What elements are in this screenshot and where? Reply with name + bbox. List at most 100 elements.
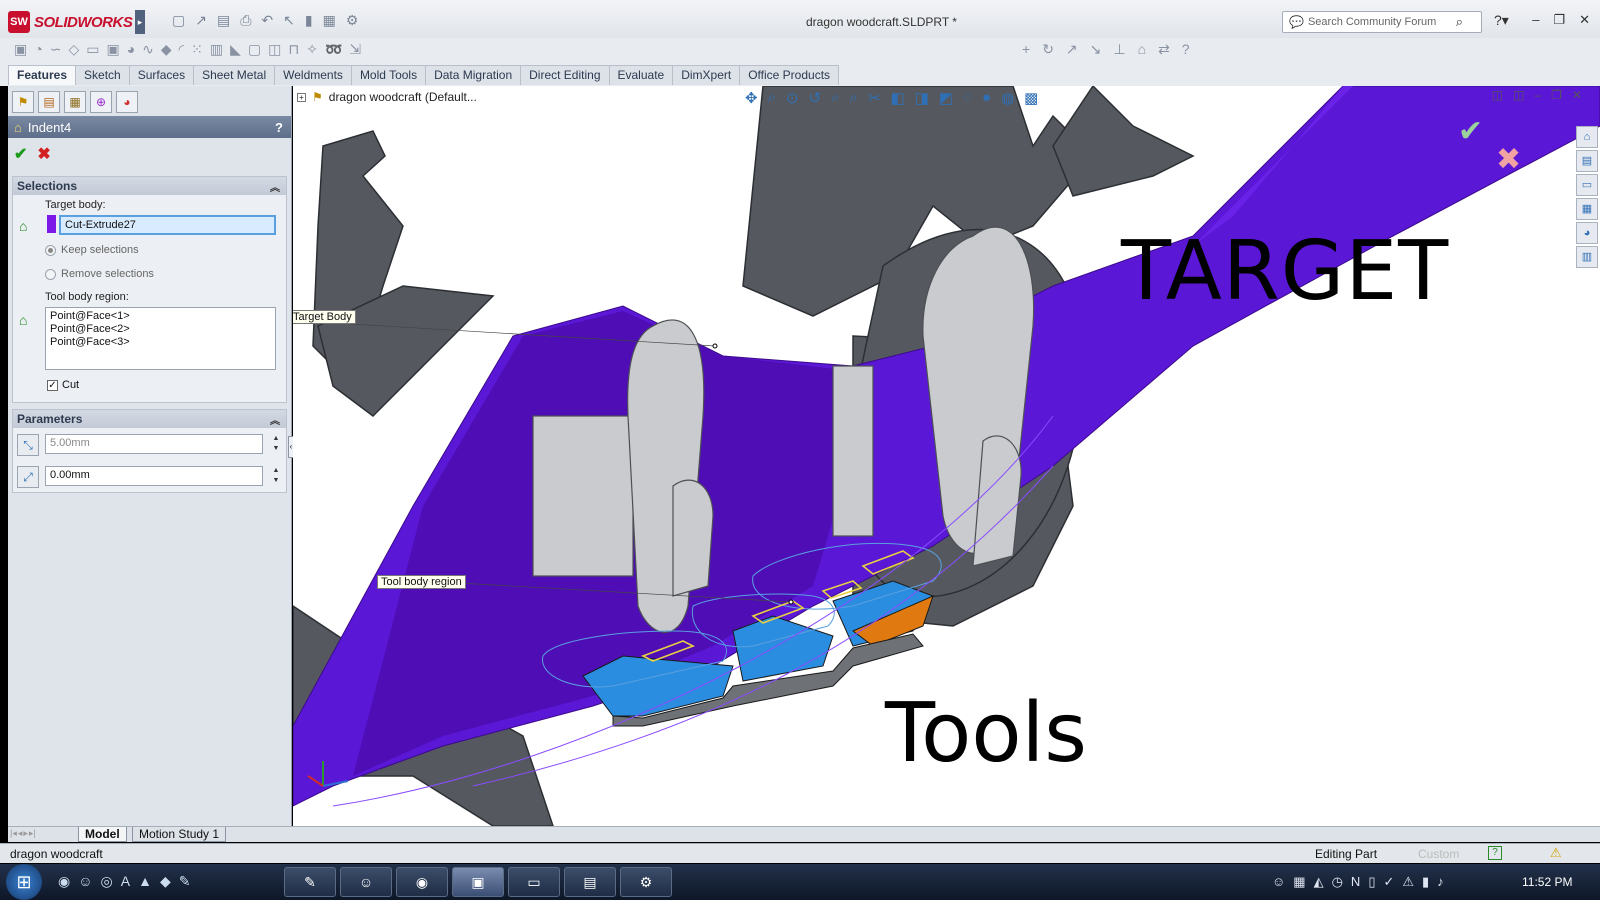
parameters-section-header[interactable]: Parameters ︽ xyxy=(13,410,286,428)
viewport-restore-icon[interactable]: ❐ xyxy=(1551,88,1562,102)
point-icon[interactable]: + xyxy=(1022,41,1030,58)
minimize-icon[interactable]: ‒ xyxy=(1532,12,1539,28)
list-item[interactable]: Point@Face<3> xyxy=(50,336,271,349)
tab-mold-tools[interactable]: Mold Tools xyxy=(350,65,427,85)
status-help-icon[interactable]: ? xyxy=(1488,846,1502,860)
restore-icon[interactable]: ❐ xyxy=(1553,12,1565,28)
view-palette-icon[interactable]: ▦ xyxy=(1576,198,1598,220)
task-window[interactable]: ▤ xyxy=(564,867,616,897)
previous-view-icon[interactable]: ↺ xyxy=(809,89,822,107)
expand-tree-icon[interactable]: + xyxy=(297,92,306,102)
configuration-manager-tab-icon[interactable]: ▦ xyxy=(64,91,86,113)
zoom-to-fit-icon[interactable]: ⌕ xyxy=(768,89,776,107)
last-tab-icon[interactable]: ▸| xyxy=(29,828,36,839)
fillet-icon[interactable]: ◜ xyxy=(179,41,184,58)
plane-icon[interactable]: ⌂ xyxy=(1138,41,1146,58)
tab-dimxpert[interactable]: DimXpert xyxy=(672,65,741,85)
status-units[interactable]: Custom xyxy=(1418,847,1459,861)
tab-data-migration[interactable]: Data Migration xyxy=(425,65,522,85)
tab-office-products[interactable]: Office Products xyxy=(739,65,840,85)
open-document-icon[interactable]: ↗ xyxy=(195,12,207,29)
scene-icon[interactable]: ◍ xyxy=(1001,89,1014,107)
solidworks-resources-icon[interactable]: ⌂ xyxy=(1576,126,1598,148)
wrap-icon[interactable]: ◫ xyxy=(268,41,281,58)
cut-revolve-icon[interactable]: ◕ xyxy=(127,41,135,58)
view-orientation-icon[interactable]: ◧ xyxy=(891,89,905,107)
tray-grid-icon[interactable]: ▦ xyxy=(1293,874,1305,890)
clearance-field[interactable]: 0.00mm xyxy=(45,466,263,486)
tab-weldments[interactable]: Weldments xyxy=(274,65,352,85)
browser-icon[interactable]: ◉ xyxy=(58,873,70,890)
remove-selections-radio[interactable]: Remove selections xyxy=(45,268,154,280)
tray-user-icon[interactable]: ☺ xyxy=(1272,874,1285,890)
options-icon[interactable]: ⚙ xyxy=(346,12,359,29)
dimxpert-manager-tab-icon[interactable]: ⊕ xyxy=(90,91,112,113)
remove-selections-radio-dot[interactable] xyxy=(45,268,56,280)
rebuild-icon[interactable]: ▮ xyxy=(305,12,313,29)
zoom-to-area-icon[interactable]: ⊙ xyxy=(786,89,799,107)
select-icon[interactable]: ↖ xyxy=(283,12,295,29)
menu-expand-arrow-icon[interactable]: ▸ xyxy=(135,10,145,34)
solidworks-launch-icon[interactable]: ◆ xyxy=(160,873,171,890)
pdf-icon[interactable]: ▲ xyxy=(138,873,152,890)
print-icon[interactable]: ⎙ xyxy=(240,12,251,29)
instant3d-icon[interactable]: ⇲ xyxy=(349,41,361,58)
help-icon[interactable]: ?▾ xyxy=(1494,12,1509,29)
start-button[interactable]: ⊞ xyxy=(6,864,42,900)
cut-sweep-icon[interactable]: ∿ xyxy=(142,41,154,58)
intersect-icon[interactable]: ⊓ xyxy=(288,41,299,58)
save-icon[interactable]: ▤ xyxy=(217,12,230,29)
file-properties-icon[interactable]: ▦ xyxy=(323,12,336,29)
section-view-icon[interactable]: ✂ xyxy=(868,89,881,107)
target-body-field[interactable]: Cut-Extrude27 xyxy=(59,215,276,235)
feature-manager-tab-icon[interactable]: ⚑ xyxy=(12,91,34,113)
pattern-icon[interactable]: ⁙ xyxy=(191,41,203,58)
extrude-icon[interactable]: ▣ xyxy=(14,41,27,58)
tool-body-region-callout[interactable]: Tool body region xyxy=(377,575,466,589)
pan-icon[interactable]: ✥ xyxy=(745,89,758,107)
new-document-icon[interactable]: ▢ xyxy=(172,12,185,29)
cut-checkbox[interactable]: ✓ Cut xyxy=(47,379,79,391)
ok-button[interactable]: ✔ xyxy=(14,144,27,164)
tile-vertical-icon[interactable]: ◫ xyxy=(1513,88,1524,102)
move-icon[interactable]: ⇄ xyxy=(1158,41,1170,58)
tray-device-icon[interactable]: ▯ xyxy=(1368,874,1375,890)
collapse-icon[interactable]: ︽ xyxy=(270,179,280,194)
draft-icon[interactable]: ◣ xyxy=(230,41,241,58)
confirm-ok-icon[interactable]: ✔ xyxy=(1458,114,1483,149)
tray-check-icon[interactable]: ✓ xyxy=(1383,874,1394,890)
arrow-icon[interactable]: ↘ xyxy=(1090,41,1102,58)
tile-horizontal-icon[interactable]: ◫ xyxy=(1492,88,1503,102)
tab-sketch[interactable]: Sketch xyxy=(75,65,130,85)
view-settings-icon[interactable]: ▩ xyxy=(1024,89,1038,107)
tray-warning-icon[interactable]: ⚠ xyxy=(1402,874,1414,890)
tray-acrobat-icon[interactable]: ◭ xyxy=(1314,874,1324,890)
tab-surfaces[interactable]: Surfaces xyxy=(128,65,195,85)
arc-icon[interactable]: ↻ xyxy=(1042,41,1054,58)
tray-clock-icon[interactable]: ◷ xyxy=(1332,874,1343,890)
tab-motion-study[interactable]: Motion Study 1 xyxy=(132,827,227,842)
undo-icon[interactable]: ↶ xyxy=(261,12,273,29)
tray-note-icon[interactable]: N xyxy=(1351,874,1360,890)
zoom-icon[interactable]: ⌕ xyxy=(831,89,839,107)
reference-geometry-icon[interactable]: ✧ xyxy=(306,41,318,58)
tool-launch-icon[interactable]: ✎ xyxy=(179,873,191,890)
search-community-input[interactable]: 💬 Search Community Forum ⌕ xyxy=(1282,11,1482,33)
task-solidworks[interactable]: ▣ xyxy=(452,867,504,897)
next-tab-icon[interactable]: ▸ xyxy=(23,828,28,839)
target-body-callout[interactable]: Target Body xyxy=(293,310,356,324)
task-settings[interactable]: ⚙ xyxy=(620,867,672,897)
tab-direct-editing[interactable]: Direct Editing xyxy=(520,65,610,85)
revolve-icon[interactable]: ◔ xyxy=(34,41,42,58)
hide-show-icon[interactable]: ◌ xyxy=(963,89,972,107)
view-cube-icon[interactable]: ◩ xyxy=(939,89,953,107)
shell-icon[interactable]: ▢ xyxy=(248,41,261,58)
zoom-in-icon[interactable]: ⌕ xyxy=(850,89,858,107)
cut-checkbox-box[interactable]: ✓ xyxy=(47,379,58,391)
task-pencil[interactable]: ✎ xyxy=(284,867,336,897)
cancel-button[interactable]: ✖ xyxy=(37,144,50,164)
file-explorer-icon[interactable]: ▭ xyxy=(1576,174,1598,196)
text-app-icon[interactable]: A xyxy=(121,873,130,890)
display-manager-tab-icon[interactable]: ◕ xyxy=(116,91,138,113)
list-item[interactable]: Point@Face<2> xyxy=(50,323,271,336)
